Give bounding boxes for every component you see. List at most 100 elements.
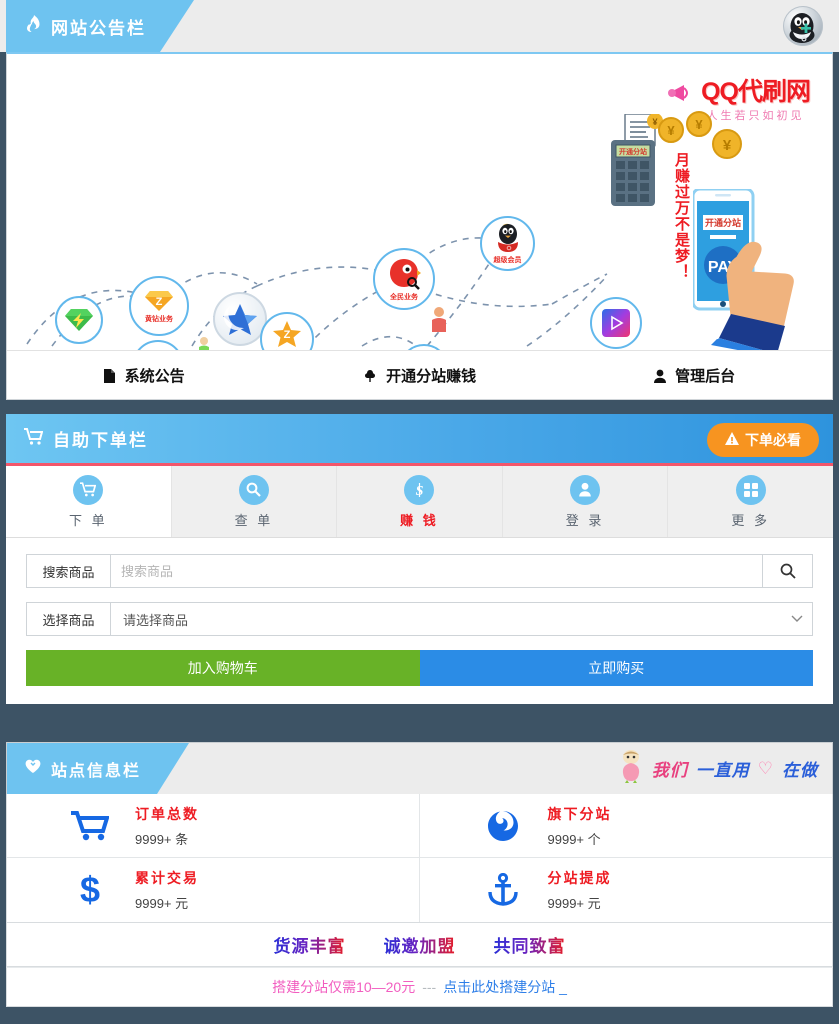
cart-icon — [24, 427, 44, 450]
user-icon — [570, 474, 601, 505]
stat-value: 9999+ 元 — [135, 896, 189, 911]
footer-build-link[interactable]: 点击此处搭建分站 _ — [443, 977, 567, 997]
dollar-icon: S — [404, 474, 435, 505]
qq-penguin-avatar[interactable] — [783, 6, 823, 46]
megaphone-icon — [668, 85, 689, 101]
site-info-tab[interactable]: 站点信息栏 — [7, 743, 189, 794]
cart-icon — [67, 810, 113, 841]
order-panel-header: 自助下单栏 下单必看 — [6, 414, 833, 466]
select-product-value: 请选择商品 — [123, 612, 189, 628]
slogan-abundant-supply: 货源丰富 — [274, 932, 346, 957]
announcement-bar: 网站公告栏 — [0, 0, 839, 52]
slogan-get-rich: 共同致富 — [494, 932, 566, 957]
search-input[interactable] — [111, 555, 762, 587]
svg-text:开通分站: 开通分站 — [705, 217, 741, 228]
heart-icon — [25, 759, 41, 779]
svg-text:Z: Z — [156, 296, 163, 308]
node-label: 超级会员 — [493, 257, 522, 264]
person-marker-1 — [197, 336, 211, 350]
stat-title: 订单总数 — [135, 805, 199, 822]
document-icon — [104, 368, 119, 385]
node-super-member[interactable]: 超级会员 — [480, 216, 535, 271]
footer-price-text: 搭建分站仅需10—20元 — [272, 979, 416, 995]
tab-label: 查 单 — [234, 512, 274, 528]
grid-icon — [735, 474, 766, 505]
tab-check-order[interactable]: 查 单 — [172, 466, 338, 537]
svg-text:¥: ¥ — [695, 117, 703, 132]
quanmin-bird-icon — [390, 258, 421, 290]
lightning-diamond-icon — [65, 309, 93, 331]
svg-text:¥: ¥ — [667, 123, 675, 138]
select-addon-label: 选择商品 — [27, 603, 111, 635]
nav-label: 管理后台 — [675, 368, 736, 385]
node-yellow-diamond[interactable]: Z 黄钻业务 — [129, 276, 189, 336]
stat-substation-commission: 分站提成 9999+ 元 — [420, 858, 833, 922]
stat-substations: 旗下分站 9999+ 个 — [419, 794, 832, 858]
cloud-icon — [363, 368, 381, 385]
tab-login[interactable]: 登 录 — [503, 466, 669, 537]
search-icon — [238, 474, 269, 505]
must-read-button[interactable]: 下单必看 — [707, 423, 819, 457]
tab-label: 下 单 — [68, 512, 108, 528]
search-addon-label: 搜索商品 — [27, 555, 111, 587]
mascot-icon — [618, 749, 644, 788]
banner-panel: QQ代刷网 人生若只如初见 ¥ 开通分站 ¥ ¥ ¥ 月赚过万不是梦！ 开通分站… — [6, 52, 833, 400]
stat-value: 9999+ 条 — [135, 831, 189, 847]
slogan-invite-join: 诚邀加盟 — [384, 932, 456, 957]
tab-make-money[interactable]: S 赚 钱 — [337, 466, 503, 537]
fire-icon — [26, 15, 41, 37]
tab-label: 更 多 — [731, 512, 770, 528]
tab-place-order[interactable]: 下 单 — [6, 466, 172, 537]
chevron-down-icon[interactable] — [782, 603, 812, 635]
banner-nav: 系统公告 开通分站赚钱 管理后台 — [7, 350, 832, 400]
announcement-tab[interactable]: 网站公告栏 — [6, 0, 194, 52]
svg-text:Z: Z — [284, 329, 291, 341]
nav-label: 开通分站赚钱 — [386, 368, 477, 385]
yellow-diamond-icon: Z — [145, 290, 173, 311]
order-form: 搜索商品 选择商品 请选择商品 加入购物车 立即购买 — [6, 538, 833, 704]
site-info-panel: 站点信息栏 我们 一直用 ♡ 在做 订单总数 9999+ 条 旗下分站 9999… — [6, 742, 833, 1014]
node-video-play[interactable] — [590, 297, 642, 349]
firefox-icon — [480, 809, 526, 843]
user-icon — [653, 368, 670, 385]
slogan-part-b: 一直用 — [695, 761, 750, 780]
svg-text:开通分站: 开通分站 — [619, 147, 647, 156]
qzone-star-icon: Z — [273, 320, 301, 347]
slogan-part-d: 在做 — [782, 761, 818, 780]
stat-total-transactions: $ 累计交易 9999+ 元 — [7, 858, 420, 922]
select-product-field[interactable]: 选择商品 请选择商品 — [26, 602, 813, 636]
svg-text:$: $ — [80, 871, 100, 909]
banner-slogan: 月赚过万不是梦！ — [673, 152, 690, 280]
permanent-diamond-icon — [145, 350, 171, 351]
node-label: 空间业务 — [273, 349, 301, 351]
add-to-cart-button[interactable]: 加入购物车 — [26, 650, 420, 686]
nav-item-admin-backend[interactable]: 管理后台 — [557, 365, 832, 386]
phone-pay-icon: 开通分站 PAY — [691, 187, 832, 350]
node-label: 黄钻业务 — [145, 315, 173, 323]
stat-value: 9999+ 元 — [547, 896, 601, 911]
anchor-icon — [480, 873, 526, 907]
person-marker-2 — [430, 306, 448, 337]
heart-glyph-icon: ♡ — [757, 758, 774, 778]
tab-more[interactable]: 更 多 — [668, 466, 833, 537]
node-blue-star[interactable] — [213, 292, 267, 346]
node-quanmin-bird[interactable]: 全民业务 — [373, 248, 435, 310]
site-info-header: 站点信息栏 我们 一直用 ♡ 在做 — [6, 742, 833, 794]
dollar-icon: $ — [67, 871, 113, 909]
nav-item-open-substation[interactable]: 开通分站赚钱 — [282, 365, 557, 386]
svg-text:¥: ¥ — [723, 137, 732, 154]
stat-title: 累计交易 — [135, 870, 199, 886]
stat-total-orders: 订单总数 9999+ 条 — [7, 794, 420, 858]
footer-separator: --- — [422, 979, 437, 995]
video-play-icon — [602, 309, 630, 337]
order-header-title: 自助下单栏 — [53, 431, 148, 450]
site-slogan: 我们 一直用 ♡ 在做 — [618, 743, 818, 794]
search-button[interactable] — [762, 555, 812, 587]
buy-now-button[interactable]: 立即购买 — [419, 650, 813, 686]
node-lightning-diamond[interactable] — [55, 296, 103, 344]
stat-title: 分站提成 — [547, 870, 612, 886]
order-header-title-group: 自助下单栏 — [24, 414, 148, 463]
nav-item-system-announcement[interactable]: 系统公告 — [7, 365, 282, 386]
blue-star-icon — [223, 304, 257, 335]
page-root: 网站公告栏 QQ代刷网 人生若只如初见 ¥ 开通分站 ¥ ¥ ¥ 月赚过万不是梦… — [0, 0, 839, 1024]
